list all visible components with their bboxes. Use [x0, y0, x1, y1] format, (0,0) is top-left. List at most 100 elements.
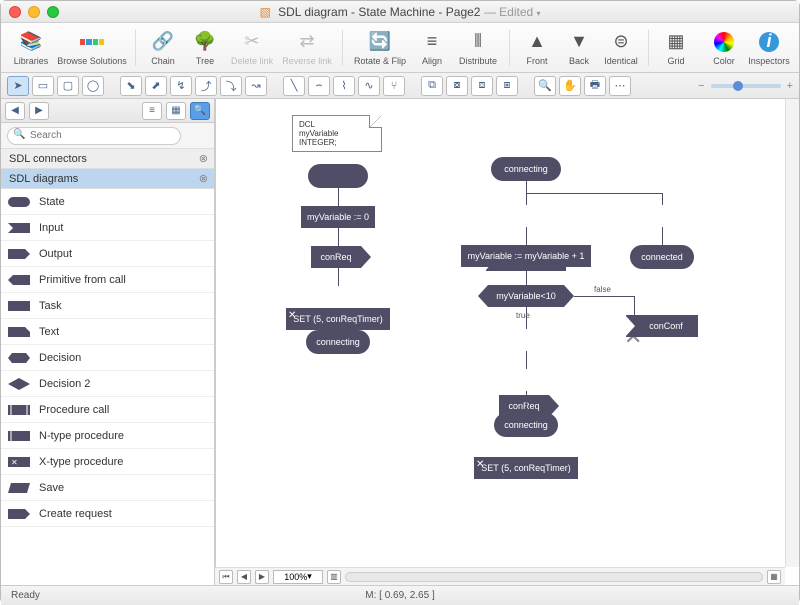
group-tool-3[interactable]: ⧈	[471, 76, 493, 96]
back-button[interactable]: ▼Back	[560, 25, 598, 71]
shape-xtype[interactable]: ✕X-type procedure	[1, 449, 214, 475]
connector-tool-5[interactable]: ⤵	[220, 76, 242, 96]
page-add-button[interactable]: ▦	[767, 570, 781, 584]
shape-list[interactable]: State Input Output Primitive from call T…	[1, 189, 214, 585]
grid-icon: ▦	[664, 30, 688, 54]
sidebar-grid-view[interactable]: ▦	[166, 102, 186, 120]
zoom-slider[interactable]	[711, 84, 781, 88]
sidebar-back-button[interactable]: ◀	[5, 102, 25, 120]
shape-save[interactable]: Save	[1, 475, 214, 501]
page-first-button[interactable]: ⏮	[219, 570, 233, 584]
status-bar: Ready M: [ 0.69, 2.65 ]	[1, 585, 799, 605]
print-tool[interactable]: 🖶	[584, 76, 606, 96]
sidebar-list-view[interactable]: ≡	[142, 102, 162, 120]
arc-tool[interactable]: ⌢	[308, 76, 330, 96]
pan-tool[interactable]: ✋	[559, 76, 581, 96]
rotate-flip-button[interactable]: 🔄Rotate & Flip	[351, 25, 409, 71]
text-icon	[7, 324, 31, 340]
branch-tool[interactable]: ⑂	[383, 76, 405, 96]
sdl-output-conreq[interactable]: conReq	[311, 246, 361, 268]
reverse-link-button[interactable]: ⇄Reverse link	[280, 25, 334, 71]
sdl-task-assign[interactable]: myVariable := 0	[301, 206, 375, 228]
sdl-procedure-set2[interactable]: ✕SET (5, conReqTimer)	[474, 457, 578, 479]
procedure-icon	[7, 402, 31, 418]
shape-primitive[interactable]: Primitive from call	[1, 267, 214, 293]
task-icon	[7, 298, 31, 314]
shape-input[interactable]: Input	[1, 215, 214, 241]
front-button[interactable]: ▲Front	[518, 25, 556, 71]
close-icon[interactable]: ⊗	[199, 172, 208, 185]
pages-button[interactable]: ▥	[327, 570, 341, 584]
vertical-scrollbar[interactable]	[785, 99, 799, 567]
browse-solutions-button[interactable]: Browse Solutions	[57, 25, 127, 71]
shape-create-request[interactable]: Create request	[1, 501, 214, 527]
shape-decision2[interactable]: Decision 2	[1, 371, 214, 397]
shape-ntype[interactable]: N-type procedure	[1, 423, 214, 449]
tree-button[interactable]: 🌳Tree	[186, 25, 224, 71]
sdl-note[interactable]: DCL myVariable INTEGER;	[292, 115, 382, 152]
connector-tool-4[interactable]: ⤴	[195, 76, 217, 96]
shape-procedure[interactable]: Procedure call	[1, 397, 214, 423]
sdl-state-connecting-bot[interactable]: connecting	[494, 413, 558, 437]
zoom-out-icon[interactable]: −	[698, 80, 704, 92]
sdl-state-connecting-top[interactable]: connecting	[491, 157, 561, 181]
line-tool[interactable]: ╲	[283, 76, 305, 96]
sidebar-search-toggle[interactable]: 🔍	[190, 102, 210, 120]
group-tool-4[interactable]: ⧆	[496, 76, 518, 96]
shape-output[interactable]: Output	[1, 241, 214, 267]
libraries-button[interactable]: 📚Libraries	[9, 25, 53, 71]
ellipse-tool[interactable]: ◯	[82, 76, 104, 96]
identical-button[interactable]: ⊜Identical	[602, 25, 640, 71]
shape-decision[interactable]: Decision	[1, 345, 214, 371]
info-icon: i	[757, 30, 781, 54]
rect-tool[interactable]: ▭	[32, 76, 54, 96]
sidebar-toolbar: ◀ ▶ ≡ ▦ 🔍	[1, 99, 214, 123]
category-sdl-diagrams[interactable]: SDL diagrams ⊗	[1, 169, 214, 189]
sdl-state-connected[interactable]: connected	[630, 245, 694, 269]
zoom-select[interactable]: 100% ▾	[273, 570, 323, 584]
shape-task[interactable]: Task	[1, 293, 214, 319]
close-icon[interactable]: ⊗	[199, 152, 208, 165]
sdl-task-inc[interactable]: myVariable := myVariable + 1	[461, 245, 591, 267]
extra-tool[interactable]: ⋯	[609, 76, 631, 96]
sdl-input-conconf[interactable]: conConf	[626, 315, 698, 337]
connector-tool-1[interactable]: ⬊	[120, 76, 142, 96]
zoom-tool[interactable]: 🔍	[534, 76, 556, 96]
connector-tool-2[interactable]: ⬈	[145, 76, 167, 96]
canvas[interactable]: DCL myVariable INTEGER; myVariable := 0 …	[215, 99, 799, 585]
chain-button[interactable]: 🔗Chain	[144, 25, 182, 71]
canvas-footer-bar: ⏮ ◀ ▶ 100% ▾ ▥ ▦	[215, 567, 785, 585]
page-next-button[interactable]: ▶	[255, 570, 269, 584]
inspectors-button[interactable]: iInspectors	[747, 25, 791, 71]
spline-tool[interactable]: ∿	[358, 76, 380, 96]
rounded-rect-tool[interactable]: ▢	[57, 76, 79, 96]
tree-icon: 🌳	[193, 30, 217, 54]
pointer-tool[interactable]: ➤	[7, 76, 29, 96]
distribute-button[interactable]: ⫴Distribute	[455, 25, 501, 71]
color-button[interactable]: Color	[705, 25, 743, 71]
sdl-state-connecting[interactable]: connecting	[306, 330, 370, 354]
shape-text[interactable]: Text	[1, 319, 214, 345]
page-prev-button[interactable]: ◀	[237, 570, 251, 584]
front-icon: ▲	[525, 30, 549, 54]
shape-state[interactable]: State	[1, 189, 214, 215]
zoom-in-icon[interactable]: +	[787, 80, 793, 92]
status-coords: M: [ 0.69, 2.65 ]	[1, 590, 799, 601]
create-request-icon	[7, 506, 31, 522]
align-button[interactable]: ≡Align	[413, 25, 451, 71]
grid-button[interactable]: ▦Grid	[657, 25, 695, 71]
search-input[interactable]	[7, 127, 181, 145]
sdl-decision[interactable]: myVariable<10	[478, 285, 574, 307]
group-tool-1[interactable]: ⧉	[421, 76, 443, 96]
sdl-start[interactable]	[308, 164, 368, 188]
delete-link-button[interactable]: ✂Delete link	[228, 25, 276, 71]
polyline-tool[interactable]: ⌇	[333, 76, 355, 96]
sidebar-forward-button[interactable]: ▶	[29, 102, 49, 120]
category-sdl-connectors[interactable]: SDL connectors ⊗	[1, 149, 214, 169]
connector-tool-3[interactable]: ↯	[170, 76, 192, 96]
horizontal-scrollbar[interactable]	[345, 572, 763, 582]
note-line1: DCL	[299, 120, 375, 129]
group-tool-2[interactable]: ⧇	[446, 76, 468, 96]
connector-tool-6[interactable]: ↝	[245, 76, 267, 96]
align-icon: ≡	[420, 30, 444, 54]
